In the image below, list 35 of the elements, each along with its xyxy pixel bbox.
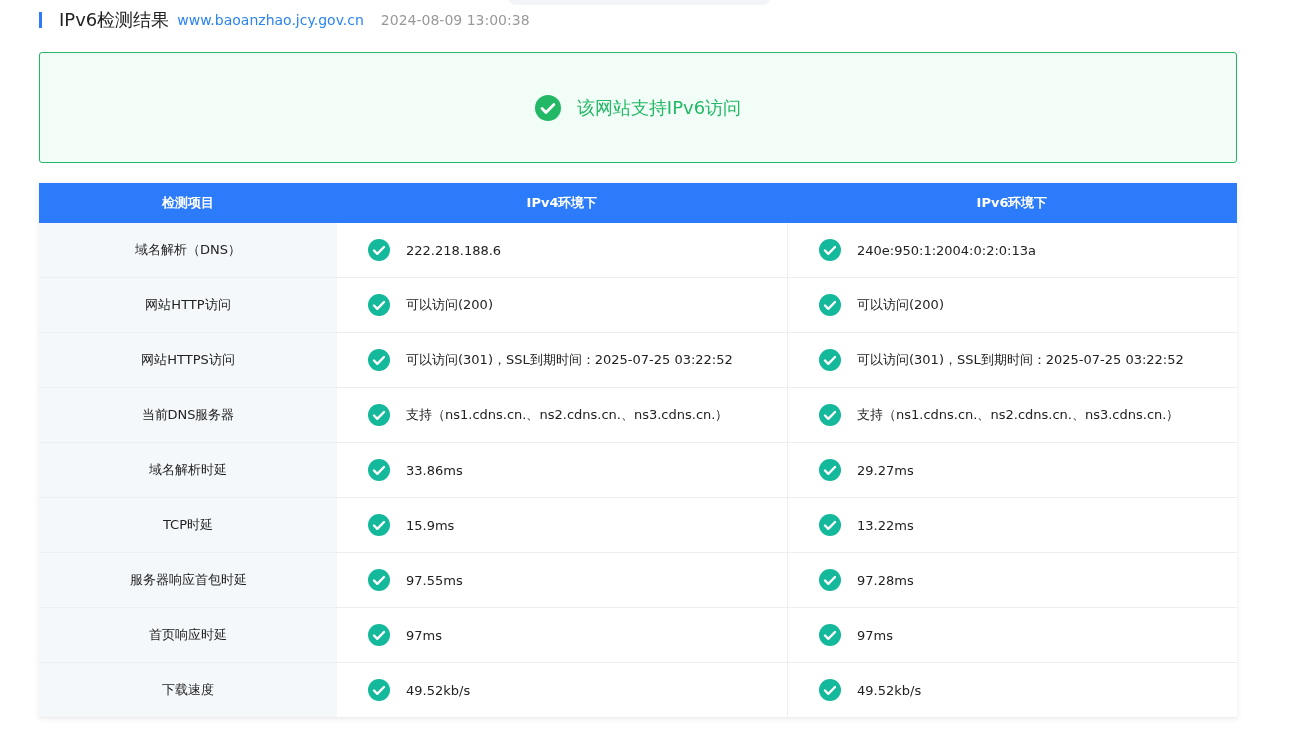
column-header: IPv6环境下 bbox=[787, 183, 1237, 223]
row-label: 下载速度 bbox=[39, 663, 337, 718]
result-value: 可以访问(200) bbox=[857, 296, 944, 314]
row-label: 域名解析（DNS） bbox=[39, 223, 337, 278]
result-value: 97ms bbox=[857, 627, 893, 643]
check-time: 2024-08-09 13:00:38 bbox=[380, 12, 530, 28]
row-label: 首页响应时延 bbox=[39, 608, 337, 663]
result-value: 97ms bbox=[406, 627, 442, 643]
row-label: 当前DNS服务器 bbox=[39, 388, 337, 443]
row-label: 网站HTTPS访问 bbox=[39, 333, 337, 388]
result-value: 可以访问(200) bbox=[406, 296, 493, 314]
result-value: 33.86ms bbox=[406, 462, 463, 478]
column-header: 检测项目 bbox=[39, 183, 337, 223]
row-label: TCP时延 bbox=[39, 498, 337, 553]
row-label: 网站HTTP访问 bbox=[39, 278, 337, 333]
column-header: IPv4环境下 bbox=[337, 183, 787, 223]
result-value: 29.27ms bbox=[857, 462, 914, 478]
result-value: 97.28ms bbox=[857, 572, 914, 588]
domain-link[interactable]: www.baoanzhao.jcy.gov.cn bbox=[177, 12, 364, 28]
result-value: 222.218.188.6 bbox=[406, 242, 502, 258]
row-label: 服务器响应首包时延 bbox=[39, 553, 337, 608]
result-value: 49.52kb/s bbox=[406, 682, 471, 698]
result-value: 支持（ns1.cdns.cn.、ns2.cdns.cn.、ns3.cdns.cn.） bbox=[406, 406, 729, 424]
result-value: 15.9ms bbox=[406, 517, 455, 533]
title-accent-bar bbox=[39, 12, 42, 28]
result-value: 支持（ns1.cdns.cn.、ns2.cdns.cn.、ns3.cdns.cn.） bbox=[857, 406, 1180, 424]
result-value: 可以访问(301)，SSL到期时间：2025-07-25 03:22:52 bbox=[857, 351, 1184, 369]
row-label: 域名解析时延 bbox=[39, 443, 337, 498]
result-message: 该网站支持IPv6访问 bbox=[576, 95, 742, 120]
result-value: 240e:950:1:2004:0:2:0:13a bbox=[857, 242, 1036, 258]
result-value: 97.55ms bbox=[406, 572, 463, 588]
result-value: 13.22ms bbox=[857, 517, 914, 533]
page-title: IPv6检测结果 bbox=[59, 8, 170, 32]
result-value: 49.52kb/s bbox=[857, 682, 922, 698]
result-value: 可以访问(301)，SSL到期时间：2025-07-25 03:22:52 bbox=[406, 351, 733, 369]
